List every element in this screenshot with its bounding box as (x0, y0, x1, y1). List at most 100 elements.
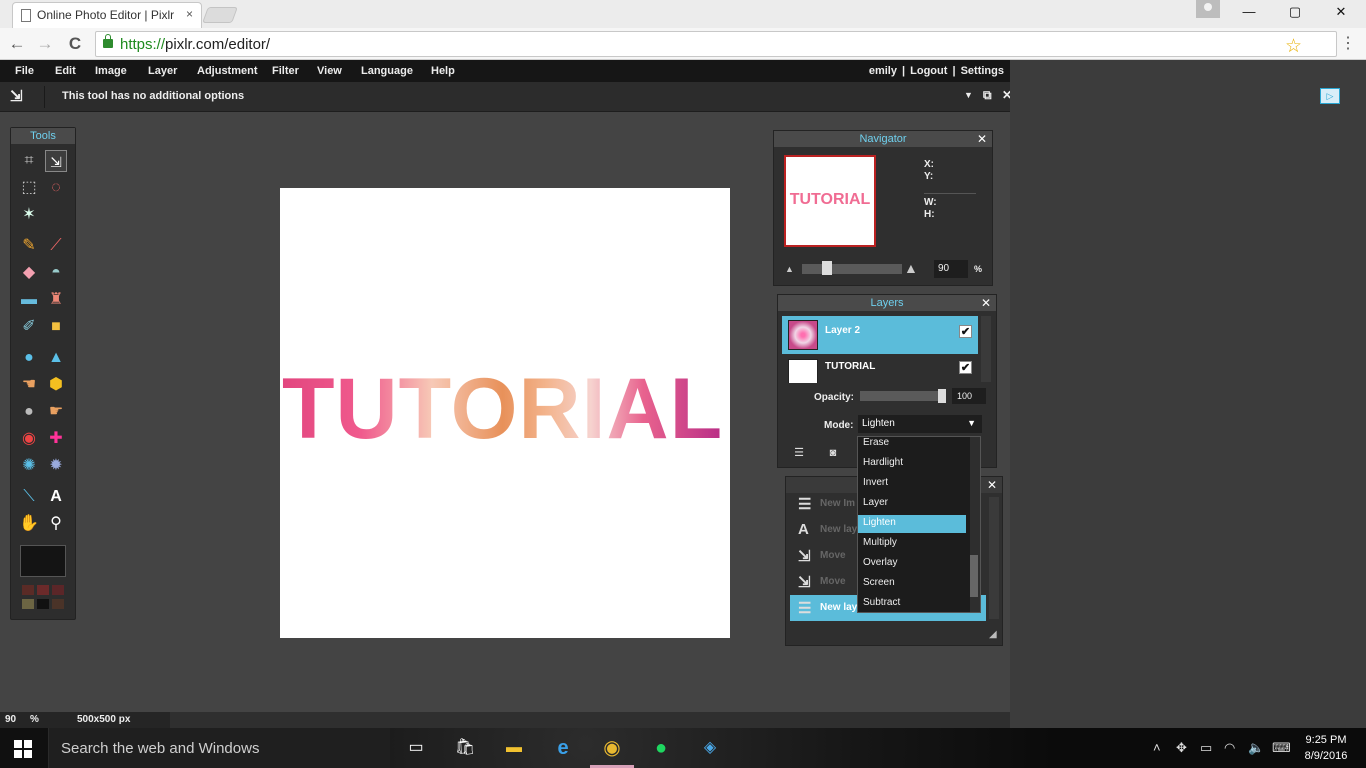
close-window-button[interactable]: ✕ (1318, 0, 1364, 24)
blend-option-selected[interactable]: Lighten (858, 515, 966, 533)
type-tool-icon[interactable]: A (45, 486, 67, 508)
browser-menu-icon[interactable]: ⋮ (1340, 33, 1356, 53)
menu-view[interactable]: View (317, 65, 342, 77)
palette-color[interactable] (22, 599, 34, 609)
blend-option[interactable]: Multiply (858, 535, 966, 553)
taskbar-search[interactable]: Search the web and Windows (48, 728, 390, 768)
layer-settings-icon[interactable]: ☰ (792, 447, 806, 459)
move-tool-icon[interactable]: ⇲ (45, 150, 67, 172)
zoom-slider[interactable] (802, 264, 902, 274)
menu-filter[interactable]: Filter (272, 65, 299, 77)
hand-tool-icon[interactable]: ✋ (18, 513, 40, 535)
url-input[interactable]: https://pixlr.com/editor/ ☆ (95, 31, 1337, 57)
pencil-tool-icon[interactable]: ✎ (18, 235, 40, 257)
bookmark-star-icon[interactable]: ☆ (1285, 35, 1302, 58)
windows-start-icon[interactable] (14, 740, 32, 758)
maximize-button[interactable]: ▢ (1272, 0, 1318, 24)
blend-option[interactable]: Screen (858, 575, 966, 593)
browser-tab[interactable]: Online Photo Editor | Pixlr × (12, 2, 202, 28)
reload-button[interactable]: C (64, 33, 86, 55)
menu-file[interactable]: File (15, 65, 34, 77)
close-icon[interactable]: ✕ (987, 477, 997, 493)
battery-icon[interactable]: ▭ (1200, 740, 1212, 756)
zoom-slider-handle[interactable] (822, 261, 832, 275)
window-restore-icon[interactable]: ⧉ (983, 88, 992, 103)
red-eye-tool-icon[interactable]: ◉ (18, 428, 40, 450)
edge-icon[interactable]: e (551, 736, 575, 760)
spot-heal-icon[interactable]: ✚ (45, 428, 67, 450)
opacity-input[interactable]: 100 (952, 388, 986, 404)
store-icon[interactable]: 🛍 (453, 736, 477, 760)
bloat-tool-icon[interactable]: ✺ (18, 455, 40, 477)
zoom-out-icon[interactable]: ▲ (785, 264, 794, 274)
app-icon[interactable]: ◈ (698, 736, 722, 760)
task-view-icon[interactable]: ▭ (404, 736, 428, 760)
color-swatch[interactable] (20, 545, 66, 577)
palette-color[interactable] (52, 585, 64, 595)
blend-option[interactable]: Erase (858, 437, 966, 453)
layer-mask-icon[interactable]: ◙ (826, 447, 840, 459)
history-scrollbar[interactable] (989, 497, 999, 619)
status-zoom[interactable]: 90 (5, 714, 16, 725)
smudge-tool-icon[interactable]: ☚ (18, 374, 40, 396)
layer-row[interactable]: TUTORIAL ✔ (782, 355, 978, 383)
profile-icon[interactable] (1196, 0, 1220, 18)
marquee-tool-icon[interactable]: ⬚ (18, 177, 40, 199)
layers-scrollbar[interactable] (981, 316, 991, 382)
zoom-input[interactable]: 90 (934, 260, 968, 278)
wifi-icon[interactable]: ◠ (1224, 740, 1235, 756)
blend-mode-select[interactable]: Lighten ▼ (858, 415, 982, 433)
minimize-button[interactable]: — (1226, 0, 1272, 24)
opacity-slider[interactable] (860, 391, 946, 401)
tray-app-icon[interactable]: ✥ (1176, 740, 1187, 756)
keyboard-icon[interactable]: ⌨ (1272, 740, 1291, 756)
layer-visibility-checkbox[interactable]: ✔ (959, 325, 972, 338)
blend-option[interactable]: Hardlight (858, 455, 966, 473)
layer-row[interactable]: Layer 2 ✔ (782, 316, 978, 354)
new-tab-button[interactable] (202, 7, 238, 23)
magic-wand-icon[interactable]: ✶ (18, 204, 40, 226)
blend-option[interactable]: Invert (858, 475, 966, 493)
blend-option[interactable]: Layer (858, 495, 966, 513)
palette-color[interactable] (52, 599, 64, 609)
chevron-down-icon[interactable]: ▼ (964, 90, 973, 100)
sponge-tool-icon[interactable]: ⬢ (45, 374, 67, 396)
dodge-tool-icon[interactable]: ● (18, 401, 40, 423)
menu-language[interactable]: Language (361, 65, 413, 77)
taskbar-clock[interactable]: 9:25 PM 8/9/2016 (1296, 732, 1356, 764)
gradient-tool-icon[interactable]: ▬ (18, 289, 40, 311)
resize-grip-icon[interactable]: ◢ (989, 629, 997, 640)
crop-tool-icon[interactable]: ⌗ (18, 150, 40, 172)
ad-choices-icon[interactable]: ▷ (1320, 88, 1340, 104)
close-icon[interactable]: ✕ (981, 295, 991, 311)
stamp-tool-icon[interactable]: ♜ (45, 289, 67, 311)
blend-option[interactable]: Overlay (858, 555, 966, 573)
dropdown-scroll-thumb[interactable] (970, 555, 978, 597)
blend-option[interactable]: Subtract (858, 595, 966, 612)
palette-color[interactable] (22, 585, 34, 595)
layer-visibility-checkbox[interactable]: ✔ (959, 361, 972, 374)
image-canvas[interactable]: TUTORIAL (280, 188, 730, 638)
pinch-tool-icon[interactable]: ✹ (45, 455, 67, 477)
volume-icon[interactable]: 🔈 (1248, 740, 1264, 756)
menu-edit[interactable]: Edit (55, 65, 76, 77)
tray-chevron-icon[interactable]: ˄ (1153, 740, 1161, 755)
navigator-thumbnail[interactable]: TUTORIAL (784, 155, 876, 247)
spotify-icon[interactable]: ● (649, 736, 673, 760)
eraser-tool-icon[interactable]: ◆ (18, 262, 40, 284)
close-icon[interactable]: ✕ (977, 131, 987, 147)
menu-help[interactable]: Help (431, 65, 455, 77)
menu-adjustment[interactable]: Adjustment (197, 65, 258, 77)
menu-image[interactable]: Image (95, 65, 127, 77)
lasso-tool-icon[interactable]: ◌ (45, 177, 67, 199)
palette-color[interactable] (37, 585, 49, 595)
brush-tool-icon[interactable]: ⟋ (45, 235, 67, 257)
zoom-tool-icon[interactable]: ⚲ (45, 513, 67, 535)
palette-color[interactable] (37, 599, 49, 609)
tab-close-icon[interactable]: × (186, 7, 193, 21)
user-links[interactable]: emily | Logout | Settings (869, 65, 1004, 77)
chrome-icon[interactable]: ◉ (600, 736, 624, 760)
burn-tool-icon[interactable]: ☛ (45, 401, 67, 423)
back-button[interactable]: ← (6, 33, 28, 55)
opacity-slider-handle[interactable] (938, 389, 946, 403)
